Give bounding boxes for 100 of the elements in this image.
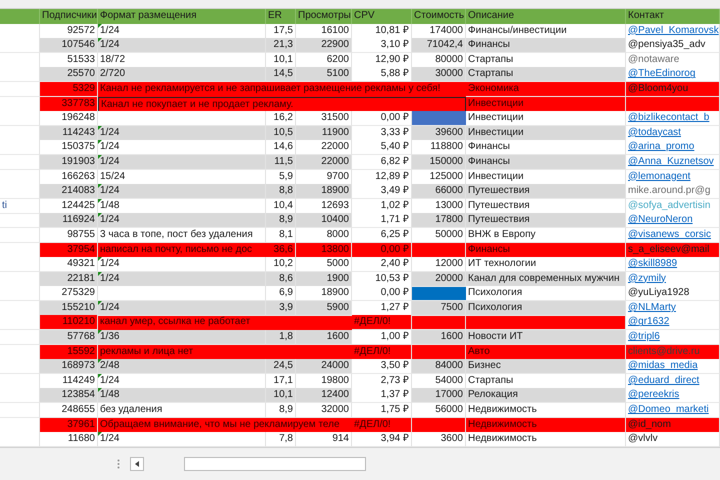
cost-cell: 56000 [412, 403, 466, 418]
note-text: Канал не покупает и не продает рекламу. [98, 96, 466, 112]
contact-cell[interactable]: @Pavel_Komarovsk [626, 24, 720, 39]
contact-cell[interactable]: @gr1632 [626, 315, 720, 330]
scroll-left-button[interactable] [130, 456, 144, 471]
contact-cell: s_a_eliseev@mail [626, 242, 720, 258]
cpv-cell: 0,00 ₽ [352, 111, 412, 126]
er-cell: 17,5 [266, 24, 296, 39]
description-cell: Новости ИТ [466, 330, 626, 346]
description-cell: Путешествия [466, 198, 626, 214]
cpv-cell: 1,37 ₽ [352, 388, 412, 404]
subscribers-cell: 5329 [40, 82, 98, 97]
subscribers-cell: 150375 [40, 140, 98, 156]
cost-cell: 3600 [412, 432, 466, 448]
cost-cell: 17800 [412, 213, 466, 228]
er-cell: 6,9 [266, 286, 296, 302]
views-cell: 24000 [296, 359, 352, 374]
contact-cell[interactable]: @bizlikecontact_b [626, 111, 720, 126]
contact-cell[interactable]: @lemonagent [626, 170, 720, 185]
cost-cell: 174000 [412, 24, 466, 39]
views-cell: 8000 [296, 228, 352, 243]
format-cell: 1/24 [98, 184, 266, 200]
format-cell: 1/24 [98, 300, 266, 316]
contact-cell[interactable]: @todaycast [626, 126, 720, 141]
column-header: Контакт [626, 9, 720, 24]
cost-cell: 30000 [412, 67, 466, 82]
views-cell: 5000 [296, 257, 352, 272]
description-cell: ИТ технологии [466, 257, 626, 272]
er-cell: 16,2 [266, 111, 296, 126]
description-cell: Недвижимость [466, 403, 626, 418]
er-cell: 11,5 [266, 154, 296, 170]
subscribers-cell: 196248 [40, 111, 98, 126]
er-cell: 14,6 [266, 140, 296, 156]
format-cell: 1/24 [98, 126, 266, 141]
format-cell: 2/720 [98, 67, 266, 82]
drag-handle-icon[interactable] [117, 458, 120, 469]
contact-cell[interactable]: @pereekris [626, 388, 720, 404]
format-cell: 1/24 [98, 140, 266, 156]
contact-cell[interactable]: @midas_media [626, 359, 720, 374]
column-header: Формат размещения [98, 9, 266, 24]
contact-cell[interactable]: @NeuroNeron [626, 213, 720, 228]
subscribers-cell: 248655 [40, 403, 98, 418]
description-cell: Инвестиции [466, 170, 626, 185]
cpv-cell: 1,00 ₽ [352, 330, 412, 346]
views-cell: 5900 [296, 300, 352, 316]
cost-cell: 118800 [412, 140, 466, 156]
format-cell: 1/24 [98, 154, 266, 170]
scrollbar-thumb[interactable] [184, 456, 366, 471]
description-cell: Путешествия [466, 184, 626, 200]
cpv-cell: 6,25 ₽ [352, 228, 412, 243]
format-cell: 1/48 [98, 388, 266, 404]
cost-cell: 7500 [412, 300, 466, 316]
er-cell: 3,9 [266, 300, 296, 316]
er-cell: 10,2 [266, 257, 296, 272]
views-cell: 1900 [296, 272, 352, 287]
cost-cell: 12000 [412, 257, 466, 272]
contact-cell[interactable]: @TheEdinorog [626, 67, 720, 82]
contact-cell[interactable]: @eduard_direct [626, 374, 720, 389]
subscribers-cell: 11680 [40, 432, 98, 448]
subscribers-cell: 123854 [40, 388, 98, 404]
description-cell: Стартапы [466, 52, 626, 68]
views-cell: 16100 [296, 24, 352, 39]
contact-cell[interactable]: @visanews_corsic [626, 228, 720, 243]
views-cell: 914 [296, 432, 352, 448]
description-cell: Канал для современных мужчин [466, 272, 626, 287]
subscribers-cell: 214083 [40, 184, 98, 200]
contact-cell: @yuLiya1928 [626, 286, 720, 302]
contact-cell[interactable]: @Domeo_marketi [626, 403, 720, 418]
contact-cell[interactable]: @zymily [626, 272, 720, 287]
subscribers-cell: 191903 [40, 154, 98, 170]
er-cell: 8,1 [266, 228, 296, 243]
description-cell: Финансы [466, 242, 626, 258]
description-cell: Финансы [466, 154, 626, 170]
format-cell: 15/24 [98, 170, 266, 185]
views-cell: 10400 [296, 213, 352, 228]
views-cell: 22000 [296, 140, 352, 156]
subscribers-cell: 155210 [40, 300, 98, 316]
column-header: ER [266, 9, 296, 24]
er-cell: 8,9 [266, 213, 296, 228]
contact-cell: clients@drive.ru [626, 344, 720, 360]
description-cell: ВНЖ в Европу [466, 228, 626, 243]
contact-cell[interactable]: @Anna_Kuznetsov [626, 154, 720, 170]
subscribers-cell: 114243 [40, 126, 98, 141]
subscribers-cell: 25570 [40, 67, 98, 82]
subscribers-cell: 107546 [40, 38, 98, 54]
contact-cell[interactable]: @skill8989 [626, 257, 720, 272]
description-cell: Стартапы [466, 67, 626, 82]
contact-cell[interactable]: @NLMarty [626, 300, 720, 316]
cpv-cell: 2,40 ₽ [352, 257, 412, 272]
description-cell: Авто [466, 344, 626, 360]
contact-cell[interactable]: @tripl6 [626, 330, 720, 346]
format-cell: 1/24 [98, 374, 266, 389]
column-header: Описание [466, 9, 626, 24]
contact-cell: @notaware [626, 52, 720, 68]
cpv-cell: #ДЕЛ/0! [352, 344, 412, 360]
description-cell: Путешествия [466, 213, 626, 228]
cpv-cell: 6,82 ₽ [352, 154, 412, 170]
contact-cell: @sofya_advertisin [626, 198, 720, 214]
contact-cell[interactable]: @arina_promo [626, 140, 720, 156]
cpv-cell: #ДЕЛ/0! [352, 418, 412, 433]
